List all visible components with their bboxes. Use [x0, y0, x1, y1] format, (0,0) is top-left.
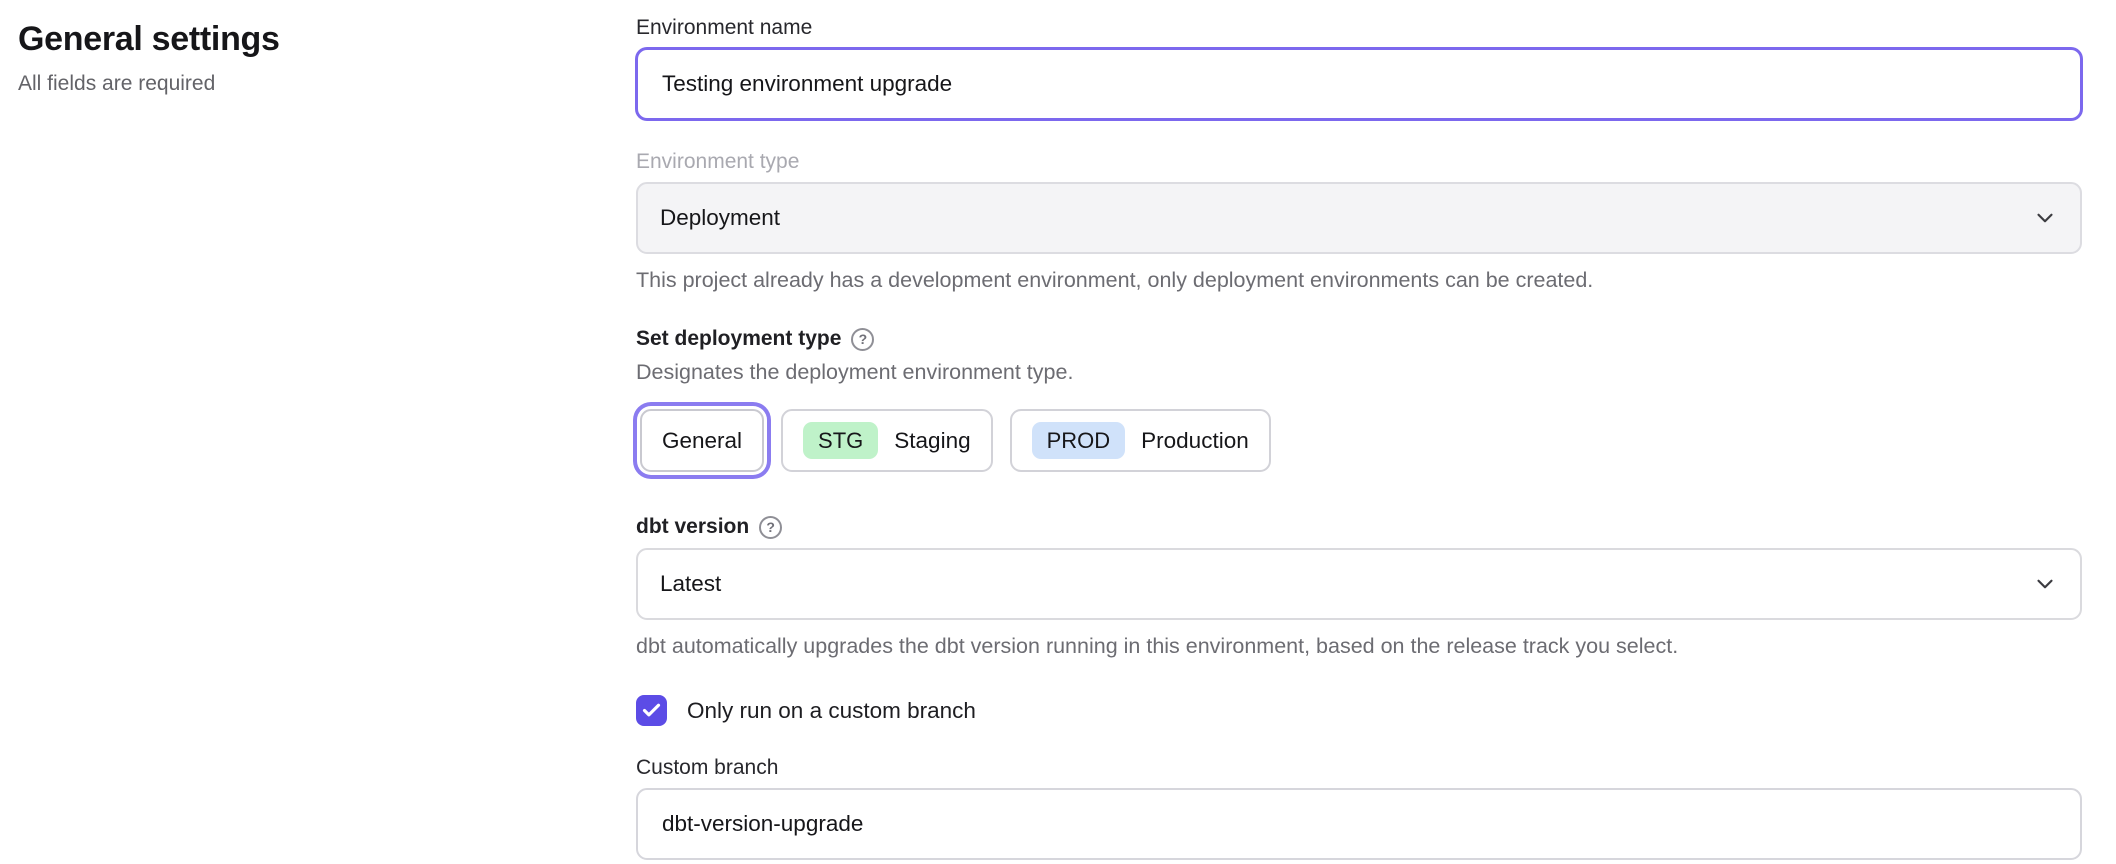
dbt-version-label: dbt version: [636, 515, 749, 539]
dbt-version-value: Latest: [660, 571, 721, 597]
custom-branch-checkbox-label[interactable]: Only run on a custom branch: [687, 698, 976, 724]
deployment-type-production-label: Production: [1141, 428, 1249, 454]
deployment-type-staging-button[interactable]: STG Staging: [781, 409, 993, 472]
production-badge: PROD: [1032, 422, 1126, 459]
custom-branch-input[interactable]: [636, 788, 2082, 860]
deployment-type-general-button[interactable]: General: [640, 409, 764, 472]
environment-settings-page: General settings All fields are required…: [0, 0, 2116, 860]
custom-branch-checkbox-row: Only run on a custom branch: [636, 695, 2082, 726]
custom-branch-checkbox[interactable]: [636, 695, 667, 726]
deployment-type-field: Set deployment type ? Designates the dep…: [636, 327, 2082, 479]
environment-name-label: Environment name: [636, 16, 812, 40]
deployment-type-production-button[interactable]: PROD Production: [1010, 409, 1271, 472]
dbt-version-label-row: dbt version ?: [636, 515, 2082, 539]
environment-form: Environment name Environment type Deploy…: [636, 16, 2082, 860]
environment-type-select: Deployment: [636, 182, 2082, 254]
chevron-down-icon: [2032, 571, 2058, 597]
deployment-type-description: Designates the deployment environment ty…: [636, 360, 2082, 385]
settings-header: General settings All fields are required: [18, 16, 636, 860]
deployment-type-general-label: General: [662, 428, 742, 454]
environment-type-field: Environment type Deployment This project…: [636, 150, 2082, 293]
custom-branch-field: Custom branch: [636, 756, 2082, 860]
page-subtitle: All fields are required: [18, 72, 636, 96]
help-icon[interactable]: ?: [759, 516, 782, 539]
help-icon[interactable]: ?: [851, 328, 874, 351]
deployment-type-options: General STG Staging PROD Production: [636, 402, 2082, 479]
chevron-down-icon: [2032, 205, 2058, 231]
deployment-type-staging-label: Staging: [894, 428, 970, 454]
environment-name-input[interactable]: [636, 48, 2082, 120]
environment-type-label: Environment type: [636, 150, 799, 174]
dbt-version-select[interactable]: Latest: [636, 548, 2082, 620]
environment-type-value: Deployment: [660, 205, 780, 231]
deployment-type-label-row: Set deployment type ?: [636, 327, 2082, 351]
custom-branch-label: Custom branch: [636, 756, 778, 780]
dbt-version-helper: dbt automatically upgrades the dbt versi…: [636, 634, 2082, 659]
dbt-version-field: dbt version ? Latest dbt automatically u…: [636, 515, 2082, 659]
page-title: General settings: [18, 20, 636, 59]
environment-type-helper: This project already has a development e…: [636, 268, 2082, 293]
staging-badge: STG: [803, 422, 878, 459]
environment-name-field: Environment name: [636, 16, 2082, 120]
deployment-type-label: Set deployment type: [636, 327, 841, 351]
check-icon: [641, 700, 662, 721]
